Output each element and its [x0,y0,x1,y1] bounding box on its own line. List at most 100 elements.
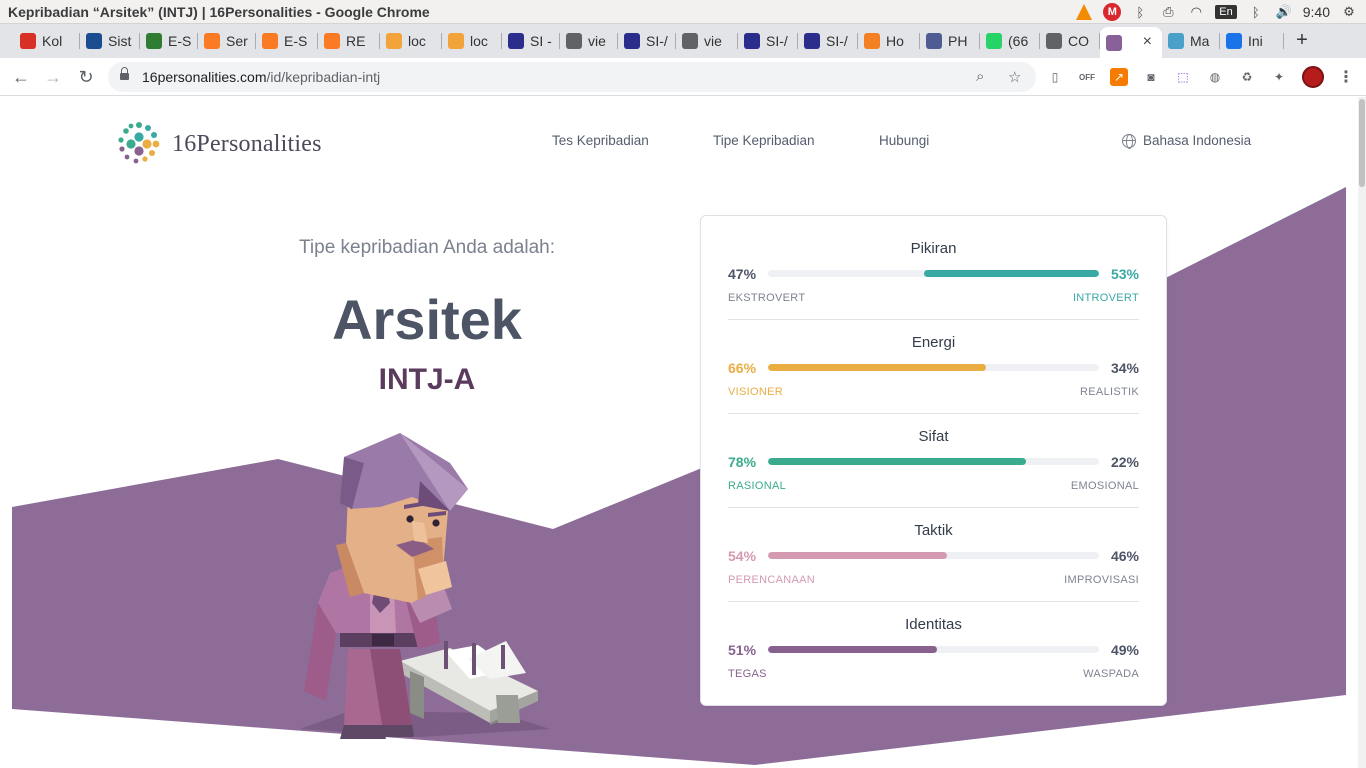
browser-tab[interactable]: Ho [858,27,920,55]
browser-tab[interactable]: Ma [1162,27,1220,55]
browser-tab[interactable]: Kol [14,27,80,55]
scroll-thumb[interactable] [1359,99,1365,187]
clock[interactable]: 9:40 [1303,4,1330,20]
trait-bar-track [768,458,1099,465]
browser-tab[interactable]: E-S [140,27,198,55]
tab-label: RE [346,33,366,49]
printer-icon[interactable]: ⎙ [1159,3,1177,21]
recycle-icon[interactable]: ♻ [1238,68,1256,86]
trait-bar-fill [768,364,987,371]
page-scrollbar[interactable] [1358,97,1366,768]
browser-tab[interactable]: Ser [198,27,256,55]
browser-tab[interactable]: E-S [256,27,318,55]
trait-bar-fill [768,646,937,653]
globe-icon [1122,133,1136,149]
browser-tab[interactable]: loc [380,27,442,55]
camera-icon[interactable]: ◙ [1142,68,1160,86]
nav-personality-types[interactable]: Tipe Kepribadian [713,133,815,148]
trait-right-label: INTROVERT [1072,292,1139,304]
url-host: 16personalities.com [142,69,267,85]
trait-right-label: REALISTIK [1080,386,1139,398]
browser-tab[interactable]: SI-/ [618,27,676,55]
address-bar[interactable]: 16personalities.com/id/kepribadian-intj … [108,62,1036,92]
bluetooth-icon[interactable]: ᛒ [1131,3,1149,21]
language-selector[interactable]: Bahasa Indonesia [1122,133,1252,149]
wifi-icon[interactable]: ◠ [1187,3,1205,21]
browser-tab[interactable]: PH [920,27,980,55]
browser-tab[interactable]: RE [318,27,380,55]
gear-icon[interactable]: ⚙ [1340,3,1358,21]
reload-icon[interactable]: ↻ [75,66,97,88]
close-tab-icon[interactable]: × [1143,33,1152,51]
browser-tab[interactable]: SI-/ [798,27,858,55]
personality-type-name: Arsitek [332,288,522,351]
site-logo[interactable]: 16Personalities [114,119,322,169]
url-text[interactable]: 16personalities.com/id/kepribadian-intj [142,69,380,85]
trait-left-percent: 66% [728,360,757,376]
shield-crest-icon [744,33,760,49]
xampp-icon [204,33,220,49]
trait-row: Taktik 54% 46% PERENCANAAN IMPROVISASI [728,498,1139,592]
browser-tab[interactable]: SI - [502,27,560,55]
browser-tab[interactable]: Sist [80,27,140,55]
puzzle-extensions-icon[interactable]: ✦ [1270,68,1288,86]
extension-icon[interactable]: ◍ [1206,68,1224,86]
trait-left-percent: 51% [728,642,757,658]
globe-icon [566,33,582,49]
phpmyadmin-icon [448,33,464,49]
profile-avatar[interactable] [1302,66,1324,88]
back-arrow-icon[interactable]: ← [10,66,32,88]
browser-tab[interactable]: (66 [980,27,1040,55]
gmail-icon [20,33,36,49]
browser-tab[interactable]: CO [1040,27,1100,55]
result-intro: Tipe kepribadian Anda adalah: [299,237,555,258]
trait-right-label: EMOSIONAL [1070,480,1139,492]
trait-bar-track [768,270,1099,277]
trait-left-label: EKSTROVERT [728,292,806,304]
browser-tab[interactable]: loc [442,27,502,55]
menu-kebab-icon[interactable]: ⋮ [1338,67,1354,87]
tab-label: vie [588,33,606,49]
xampp-icon [324,33,340,49]
nav-contact[interactable]: Hubungi [879,133,929,148]
trait-right-percent: 22% [1110,454,1139,470]
language-label: Bahasa Indonesia [1143,133,1252,148]
chart-extension-icon[interactable]: ↗ [1110,68,1128,86]
extension-icon[interactable]: ▯ [1046,68,1064,86]
trait-right-percent: 53% [1110,266,1139,282]
16personalities-icon [1106,34,1122,51]
os-top-bar: Kepribadian “Arsitek” (INTJ) | 16Persona… [0,0,1366,24]
zoom-icon[interactable]: ⌕ [976,68,984,85]
extension-off-icon[interactable]: OFF [1078,68,1096,86]
browser-tab[interactable]: vie [560,27,618,55]
bluetooth-icon[interactable]: ᛒ [1247,3,1265,21]
nav-personality-test[interactable]: Tes Kepribadian [552,133,649,148]
trait-bar-track [768,646,1099,653]
browser-tab[interactable]: vie [676,27,738,55]
tab-label: E-S [284,33,308,49]
screenshot-extension-icon[interactable]: ⬚ [1174,68,1192,86]
whatsapp-icon [986,33,1002,49]
trait-left-label: RASIONAL [728,480,787,492]
bookmark-star-icon[interactable]: ☆ [1008,68,1021,86]
browser-tab[interactable]: SI-/ [738,27,798,55]
logo-text: 16Personalities [172,130,322,157]
system-tray: M ᛒ ⎙ ◠ En ᛒ 🔊 9:40 ⚙ [1075,2,1358,22]
extensions-area: ▯ OFF ↗ ◙ ⬚ ◍ ♻ ✦ ⋮ [1046,66,1354,88]
trait-left-percent: 54% [728,548,757,564]
keyboard-layout-indicator[interactable]: En [1215,5,1237,19]
mega-icon[interactable]: M [1103,3,1122,21]
volume-icon[interactable]: 🔊 [1275,3,1293,21]
xampp-icon [262,33,278,49]
trait-title: Energi [911,334,956,351]
new-tab-button[interactable]: + [1292,28,1312,52]
browser-tab[interactable]: × [1100,27,1162,58]
phpmyadmin-icon [386,33,402,49]
tab-label: CO [1068,33,1089,49]
vlc-icon[interactable] [1075,3,1093,21]
forward-arrow-icon[interactable]: → [42,66,64,88]
trait-row: Sifat 78% 22% RASIONAL EMOSIONAL [728,404,1139,498]
tab-label: loc [408,33,426,49]
browser-tab[interactable]: Ini [1220,27,1284,55]
lock-icon[interactable] [120,67,129,82]
